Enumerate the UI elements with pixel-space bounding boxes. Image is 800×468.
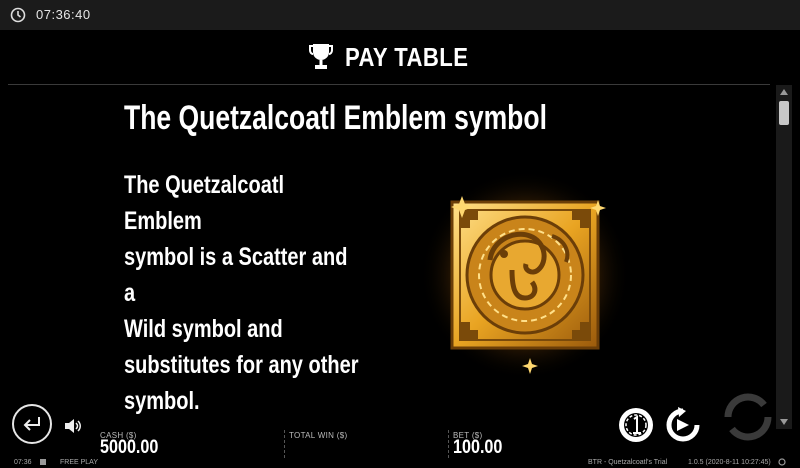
- total-win-label: TOTAL WIN ($): [289, 431, 348, 440]
- stat-divider: [448, 430, 450, 458]
- scroll-up-arrow-icon[interactable]: [776, 85, 792, 99]
- game-name: BTR - Quetzalcoatl's Trial: [588, 459, 668, 466]
- quetzalcoatl-emblem-icon: [420, 170, 630, 380]
- battery-icon: [40, 459, 46, 465]
- symbol-description: The Quetzalcoatl Emblem symbol is a Scat…: [124, 167, 364, 419]
- page-title: PAY TABLE: [345, 41, 469, 72]
- clock-time: 07:36:40: [36, 7, 91, 22]
- trophy-icon: [309, 44, 334, 69]
- spin-icon[interactable]: [664, 406, 702, 444]
- coin-icon[interactable]: [617, 406, 655, 444]
- autoplay-icon[interactable]: [722, 391, 774, 443]
- cash-value: 5000.00: [100, 437, 159, 458]
- footer-time: 07:36: [14, 459, 32, 466]
- scrollbar-thumb[interactable]: [779, 101, 789, 125]
- return-arrow-icon: [23, 417, 40, 431]
- play-mode: FREE PLAY: [60, 459, 98, 466]
- scrollbar[interactable]: [776, 85, 792, 429]
- description-line: Wild symbol and: [124, 315, 283, 343]
- back-button[interactable]: [12, 404, 52, 444]
- bet-value: 100.00: [453, 437, 503, 458]
- description-line: substitutes for any other: [124, 351, 359, 379]
- status-bar: 07:36:40: [0, 0, 800, 30]
- stat-divider: [284, 430, 286, 458]
- clock-icon: [10, 7, 26, 23]
- speaker-icon[interactable]: [64, 418, 82, 434]
- pay-table-header: PAY TABLE: [0, 30, 800, 84]
- paytable-content: The Quetzalcoatl Emblem symbol The Quetz…: [0, 85, 770, 415]
- footer-bar: 07:36 FREE PLAY BTR - Quetzalcoatl's Tri…: [0, 458, 800, 468]
- description-line: The Quetzalcoatl Emblem: [124, 171, 285, 235]
- settings-icon[interactable]: [778, 458, 786, 466]
- symbol-title: The Quetzalcoatl Emblem symbol: [124, 99, 547, 137]
- scroll-down-arrow-icon[interactable]: [776, 415, 792, 429]
- game-version: 1.0.5 (2020-8-11 10:27:45): [688, 459, 771, 466]
- description-line: symbol is a Scatter and a: [124, 243, 348, 307]
- description-line: symbol.: [124, 387, 200, 415]
